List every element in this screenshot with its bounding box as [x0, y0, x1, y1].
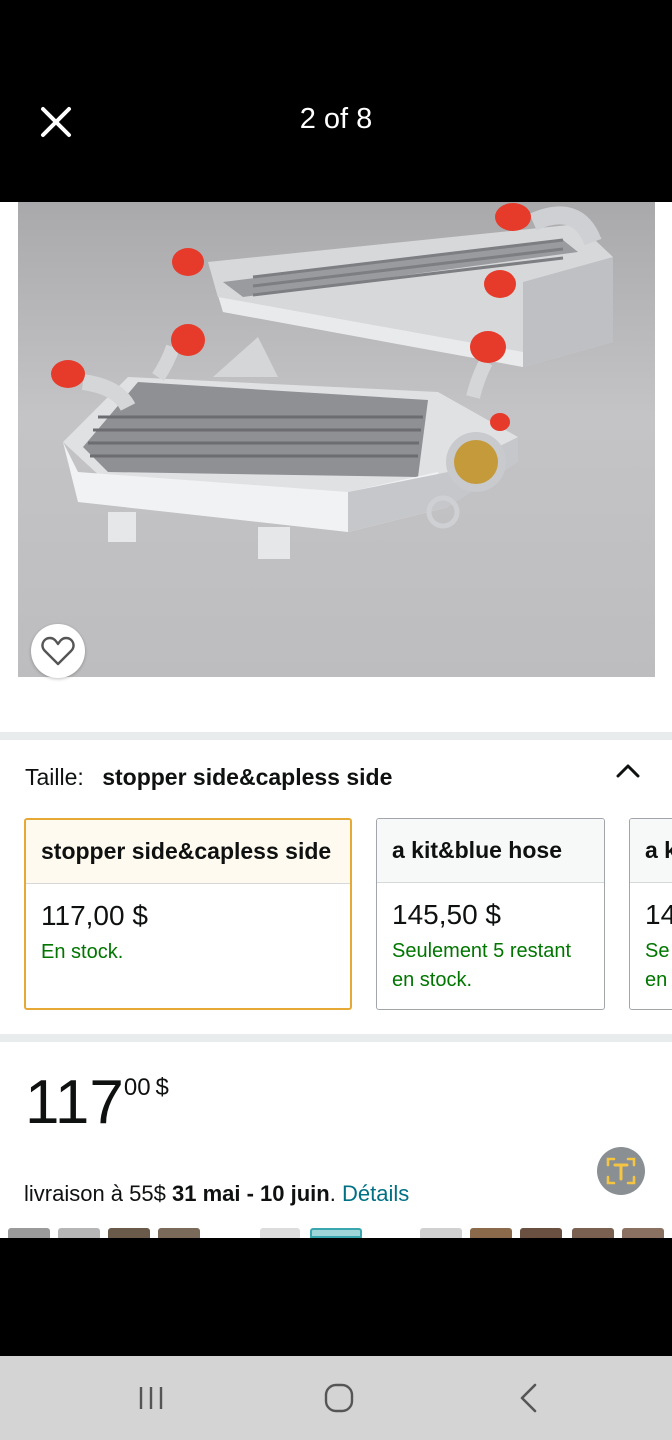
price-currency: $	[155, 1074, 169, 1101]
product-image[interactable]	[18, 202, 655, 677]
section-divider	[0, 1034, 672, 1042]
option-price: 145,50 $	[392, 899, 501, 930]
option-stock: Seulement 5 restant en stock.	[392, 940, 571, 991]
thumbnail[interactable]	[108, 1228, 150, 1238]
price-whole: 117	[25, 1068, 124, 1137]
recents-button[interactable]	[127, 1376, 175, 1420]
size-option-kit-blue-hose[interactable]: a kit&blue hose 145,50 $ Seulement 5 res…	[376, 818, 605, 1010]
delivery-dates: 31 mai - 10 juin	[172, 1181, 330, 1206]
price-fraction: 00	[123, 1074, 151, 1101]
heart-icon	[41, 636, 75, 666]
viewer-top-bar: 2 of 8	[0, 0, 672, 202]
thumbnail[interactable]	[8, 1228, 50, 1238]
size-option-stopper-capless[interactable]: stopper side&capless side 117,00 $ En st…	[24, 818, 352, 1010]
thumbnail[interactable]	[420, 1228, 462, 1238]
size-label: Taille:	[25, 764, 84, 790]
option-name: a k	[630, 819, 672, 883]
product-price: 11700 $	[25, 1072, 169, 1134]
home-button[interactable]	[315, 1376, 363, 1420]
translate-icon	[606, 1157, 636, 1185]
thumbnail[interactable]	[572, 1228, 614, 1238]
option-stock: Se en	[645, 940, 670, 991]
thumbnail[interactable]	[310, 1228, 362, 1238]
option-price: 14	[645, 899, 672, 930]
thumbnail[interactable]	[58, 1228, 100, 1238]
thumbnail[interactable]	[260, 1228, 300, 1238]
system-navigation-bar	[0, 1356, 672, 1440]
image-counter: 2 of 8	[299, 103, 373, 135]
option-name: stopper side&capless side	[26, 820, 350, 884]
thumbnail[interactable]	[470, 1228, 512, 1238]
details-link[interactable]: Détails	[342, 1181, 409, 1206]
option-price: 117,00 $	[41, 900, 148, 931]
wishlist-button[interactable]	[31, 624, 85, 678]
section-divider	[0, 732, 672, 740]
recents-icon	[139, 1387, 163, 1409]
thumbnail[interactable]	[622, 1228, 664, 1238]
delivery-prefix: livraison à 55$	[24, 1181, 166, 1206]
size-selector-label: Taille: stopper side&capless side	[25, 764, 392, 791]
size-option-partial[interactable]: a k 14 Se en	[629, 818, 672, 1010]
thumbnail-strip	[0, 1228, 672, 1238]
delivery-info: livraison à 55$ 31 mai - 10 juin. Détail…	[24, 1181, 409, 1207]
chevron-up-icon	[616, 764, 640, 778]
thumbnail[interactable]	[158, 1228, 200, 1238]
option-stock: En stock.	[41, 941, 124, 963]
option-name: a kit&blue hose	[377, 819, 604, 883]
size-selected-value: stopper side&capless side	[102, 764, 393, 790]
back-icon	[520, 1383, 537, 1413]
translate-button[interactable]	[597, 1147, 645, 1195]
delivery-separator: .	[329, 1181, 336, 1206]
thumbnail[interactable]	[520, 1228, 562, 1238]
back-button[interactable]	[504, 1376, 552, 1420]
collapse-size-button[interactable]	[612, 758, 644, 782]
radiator-photo	[51, 203, 613, 559]
home-icon	[324, 1383, 354, 1413]
